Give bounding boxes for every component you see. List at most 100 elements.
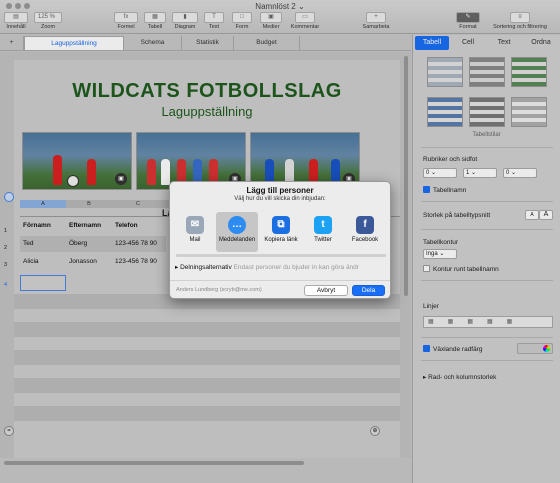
sheet-tab-budget[interactable]: Budget: [234, 36, 300, 50]
outline-name-checkbox[interactable]: Kontur runt tabellnamn: [423, 265, 499, 273]
add-sheet-button[interactable]: +: [0, 36, 24, 50]
table-header-cell[interactable]: Telefon: [112, 218, 138, 234]
table-style-2[interactable]: [469, 57, 505, 87]
table-cell[interactable]: 123-456 78 90: [112, 254, 157, 270]
divider: [421, 229, 553, 230]
share-options-disclosure[interactable]: ▸ Delningsalternativ Endast personer du …: [175, 262, 387, 274]
footer-rows-stepper[interactable]: 0 ⌄: [503, 168, 537, 178]
close-window-icon[interactable]: [6, 3, 12, 9]
line-style-buttons[interactable]: ▦▦▦▦▦: [423, 316, 553, 328]
comment-button[interactable]: ▭ Kommentar: [288, 12, 322, 30]
table-select-handle[interactable]: [4, 192, 14, 202]
page-subtitle[interactable]: Laguppställning: [14, 104, 400, 119]
font-larger-button[interactable]: A: [539, 210, 553, 220]
table-name-checkbox[interactable]: Tabellnamn: [423, 186, 466, 194]
checkbox-checked-icon[interactable]: [423, 186, 430, 193]
sheet-tab-schema[interactable]: Schema: [124, 36, 182, 50]
table-header-cell[interactable]: Förnamn: [20, 218, 51, 234]
formula-button[interactable]: fx Formel: [114, 12, 138, 30]
sort-icon: ≡: [510, 12, 530, 23]
font-smaller-button[interactable]: A: [525, 210, 539, 220]
text-button[interactable]: T Text: [204, 12, 224, 30]
vertical-scrollbar[interactable]: [404, 56, 408, 296]
row-number[interactable]: 1: [4, 228, 7, 234]
minimize-window-icon[interactable]: [15, 3, 21, 9]
shape-icon: □: [232, 12, 252, 23]
table-header-cell[interactable]: Efternamn: [66, 218, 101, 234]
checkbox-checked-icon[interactable]: [423, 345, 430, 352]
format-button[interactable]: ✎ Format: [456, 12, 480, 30]
share-option-copy-link[interactable]: ⧉ Kopiera länk: [260, 212, 302, 252]
color-wheel-icon[interactable]: [543, 345, 550, 352]
options-scrollbar[interactable]: [176, 254, 386, 257]
zoom-select[interactable]: 125 %: [34, 12, 62, 23]
table-cell[interactable]: Ted: [20, 236, 33, 252]
outline-select[interactable]: Inga ⌄: [423, 249, 457, 259]
share-option-twitter[interactable]: t Twitter: [302, 212, 344, 252]
alternating-row-checkbox[interactable]: Växlande radfärg: [423, 345, 483, 353]
chart-button[interactable]: ▮ Diagram: [172, 12, 198, 30]
chart-icon: ▮: [172, 12, 198, 23]
header-columns-stepper[interactable]: 1 ⌄: [463, 168, 497, 178]
title-chevron-icon[interactable]: ⌄: [298, 2, 305, 11]
row-number[interactable]: 2: [4, 245, 7, 251]
dialog-title: Lägg till personer: [246, 186, 314, 195]
share-button[interactable]: Dela: [352, 285, 385, 296]
column-header-c[interactable]: C: [112, 200, 172, 208]
horizontal-scrollbar[interactable]: [0, 458, 411, 468]
share-option-mail[interactable]: ✉ Mail: [174, 212, 216, 252]
tab-text[interactable]: Text: [487, 36, 521, 50]
mail-icon: ✉: [186, 216, 204, 234]
share-option-messages[interactable]: … Meddelanden: [216, 212, 258, 252]
sort-filter-button[interactable]: ≡ Sortering och filtrering: [484, 12, 556, 30]
table-row[interactable]: [14, 406, 400, 421]
team-photo-1[interactable]: ▣: [22, 132, 132, 190]
row-number[interactable]: 3: [4, 262, 7, 268]
row-number[interactable]: 4: [4, 282, 7, 288]
app-window: Namnlöst 2 ⌄ ▤ Innehåll 125 % Zoom fx Fo…: [0, 0, 560, 483]
table-row[interactable]: [14, 322, 400, 337]
tab-ordna[interactable]: Ordna: [523, 36, 559, 50]
header-rows-stepper[interactable]: 0 ⌄: [423, 168, 457, 178]
scroll-thumb[interactable]: [4, 461, 304, 465]
lines-section-label: Linjer: [423, 303, 439, 310]
zoom-window-icon[interactable]: [24, 3, 30, 9]
table-style-4[interactable]: [427, 97, 463, 127]
zoom-control[interactable]: 125 % Zoom: [34, 12, 62, 30]
share-options-summary: Endast personer du bjuder in kan göra än…: [233, 264, 359, 271]
table-style-3[interactable]: [511, 57, 547, 87]
table-cell[interactable]: Alicia: [20, 254, 39, 270]
checkbox-unchecked-icon[interactable]: [423, 265, 430, 272]
divider: [421, 337, 553, 338]
table-style-1[interactable]: [427, 57, 463, 87]
table-cell[interactable]: Öberg: [66, 236, 87, 252]
table-row[interactable]: [14, 350, 400, 365]
table-cell[interactable]: Jonasson: [66, 254, 97, 270]
tab-cell[interactable]: Cell: [451, 36, 485, 50]
table-row[interactable]: [14, 378, 400, 393]
table-icon: ▦: [144, 12, 166, 23]
table-cell[interactable]: 123-456 78 90: [112, 236, 157, 252]
collaborate-button[interactable]: + Samarbeta: [360, 12, 392, 30]
add-row-handle[interactable]: =: [4, 426, 14, 436]
column-header-b[interactable]: B: [66, 200, 112, 208]
replace-image-icon[interactable]: ▣: [115, 173, 127, 185]
tab-tabell[interactable]: Tabell: [415, 36, 449, 50]
row-column-size-disclosure[interactable]: ▸ Rad- och kolumnstorlek: [423, 373, 496, 381]
row-color-well[interactable]: [517, 343, 553, 354]
selected-cell[interactable]: [20, 275, 66, 291]
cancel-button[interactable]: Avbryt: [304, 285, 348, 296]
resize-table-handle[interactable]: ⊕: [370, 426, 380, 436]
media-button[interactable]: ▣ Medier: [260, 12, 282, 30]
table-button[interactable]: ▦ Tabell: [144, 12, 166, 30]
table-style-6[interactable]: [511, 97, 547, 127]
sheet-tab-statistik[interactable]: Statistik: [182, 36, 234, 50]
shape-button[interactable]: □ Form: [232, 12, 252, 30]
sheet-tab-laguppstallning[interactable]: Laguppställning: [24, 36, 124, 50]
share-option-facebook[interactable]: f Facebook: [344, 212, 386, 252]
table-style-5[interactable]: [469, 97, 505, 127]
formula-icon: fx: [114, 12, 138, 23]
view-button[interactable]: ▤ Innehåll: [4, 12, 28, 30]
column-header-a[interactable]: A: [20, 200, 66, 208]
page-title[interactable]: WILDCATS FOTBOLLSLAG: [14, 80, 400, 103]
